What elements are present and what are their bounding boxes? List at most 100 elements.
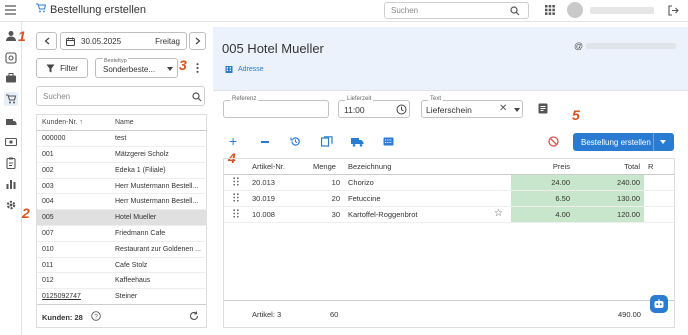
customer-row[interactable]: 010 Restaurant zur Goldenen ... (37, 241, 207, 258)
total-cell: 120.00 (574, 206, 644, 223)
col-menge[interactable]: Menge (309, 159, 344, 176)
col-rabatt[interactable]: R (644, 159, 674, 176)
article-number-cell: 20.013 (248, 174, 309, 192)
user-icon[interactable] (5, 30, 17, 42)
customer-row[interactable]: 003 Herr Mustermann Bestell... (37, 178, 207, 195)
next-day-button[interactable] (189, 32, 206, 50)
rabatt-cell (644, 174, 674, 192)
customer-row[interactable]: 002 Edeka 1 (Filiale) (37, 162, 207, 179)
add-row-icon[interactable]: + (229, 134, 237, 148)
remove-row-icon[interactable] (261, 141, 269, 143)
customer-row[interactable]: 004 Herr Mustermann Bestell... (37, 193, 207, 211)
customer-table-panel: Kunden-Nr. ↑ Name 000000 test 001 Mätzgerei… (36, 114, 207, 328)
divider (213, 90, 688, 91)
clear-icon[interactable]: ✕ (499, 103, 507, 114)
customer-row[interactable]: 000000 test (37, 130, 207, 148)
briefcase-icon[interactable] (5, 72, 17, 84)
clipboard-icon[interactable] (5, 157, 17, 170)
customer-row[interactable]: 001 Mätzgerei Scholz (37, 146, 207, 163)
article-number-cell: 30.019 (248, 190, 309, 207)
customer-row[interactable]: 0125092747 Steiner (37, 288, 207, 306)
truck-icon[interactable] (351, 137, 364, 149)
referenz-field[interactable]: Referenz (223, 96, 329, 118)
chart-icon[interactable] (5, 178, 17, 190)
customer-number-cell: 010 (37, 241, 110, 258)
more-vert-icon[interactable] (196, 63, 199, 75)
cash-icon[interactable] (4, 136, 18, 148)
customer-row[interactable]: 012 Kaffeehaus (37, 272, 207, 290)
customer-table: Kunden-Nr. ↑ Name 000000 test 001 Mätzgerei… (37, 115, 207, 306)
col-bezeichnung[interactable]: Bezeichnung (344, 159, 511, 176)
bestelltyp-select[interactable]: Besteltyp Sonderbeste... (95, 58, 178, 78)
price-cell: 24.00 (511, 174, 574, 192)
cancel-order-icon[interactable] (548, 136, 559, 149)
avatar[interactable] (567, 2, 583, 18)
drag-handle-icon[interactable] (224, 190, 248, 207)
global-search-input[interactable]: Suchen (384, 2, 529, 19)
col-artikel-nr[interactable]: Artikel-Nr. (248, 159, 309, 176)
filter-button[interactable]: Filter (36, 58, 88, 78)
caret-down-icon[interactable] (660, 140, 666, 144)
text-field[interactable]: Text Lieferschein ✕ (421, 96, 523, 118)
customer-name-cell: Steiner (110, 288, 207, 306)
logout-icon[interactable] (668, 5, 679, 18)
copy-order-icon[interactable] (320, 136, 333, 149)
clock-icon[interactable] (396, 104, 407, 115)
customer-row[interactable]: 007 Friedmann Cafe (37, 225, 207, 242)
customer-number-cell: 012 (37, 272, 110, 290)
chat-bot-button[interactable] (650, 295, 668, 313)
article-table-footer: Artikel: 3 60 490.00 (224, 300, 674, 327)
target-icon[interactable] (5, 52, 17, 64)
article-row[interactable]: 10.008 30 Kartoffel-Roggenbrot ☆ 4.00 120.00 (224, 206, 674, 223)
search-icon (510, 6, 520, 16)
customer-search-input[interactable]: Suchen (36, 86, 205, 106)
col-kunden-nr[interactable]: Kunden-Nr. ↑ (37, 115, 110, 132)
customer-table-header: Kunden-Nr. ↑ Name (37, 115, 207, 132)
rabatt-cell (644, 190, 674, 207)
keyboard-icon[interactable] (383, 137, 394, 148)
customer-row[interactable]: 011 Cafe Stolz (37, 257, 207, 274)
bestelltyp-label: Besteltyp (103, 58, 128, 64)
lieferzeit-field[interactable]: Lieferzeit 11:00 (338, 96, 410, 118)
address-link[interactable]: Adresse (225, 65, 264, 73)
customer-title: 005 Hotel Mueller (222, 41, 324, 56)
col-total[interactable]: Total (574, 159, 644, 176)
filter-icon (46, 64, 55, 72)
create-order-button[interactable]: Bestellung erstellen (573, 133, 674, 151)
customer-number-cell: 001 (37, 146, 110, 163)
cart-nav-icon[interactable] (4, 92, 18, 106)
drag-handle-icon[interactable] (224, 206, 248, 223)
quantity-cell[interactable]: 30 (309, 206, 344, 223)
email-at-icon: @ (574, 41, 584, 51)
description-cell: Kartoffel-Roggenbrot ☆ (344, 206, 511, 223)
col-preis[interactable]: Preis (511, 159, 574, 176)
customer-number-cell: 002 (37, 162, 110, 179)
article-row[interactable]: 20.013 10 Chorizo 24.00 240.00 (224, 174, 674, 192)
customer-row[interactable]: 005 Hotel Mueller (37, 209, 207, 227)
quantity-cell[interactable]: 10 (309, 174, 344, 192)
annotation-badge-1: 1 (18, 28, 26, 44)
notes-icon[interactable] (538, 103, 548, 116)
user-name-blurred (590, 7, 654, 14)
annotation-badge-3: 3 (179, 57, 187, 73)
delivery-icon[interactable] (5, 116, 17, 128)
favorite-star-icon[interactable]: ☆ (494, 208, 503, 219)
price-cell: 6.50 (511, 190, 574, 207)
date-picker[interactable]: 30.05.2025 Freitag (60, 32, 187, 50)
description-text: Kartoffel-Roggenbrot (348, 209, 418, 219)
col-name[interactable]: Name (110, 115, 207, 132)
help-icon[interactable]: ? (91, 311, 101, 321)
article-row[interactable]: 30.019 20 Fetuccine 6.50 130.00 (224, 190, 674, 207)
refresh-icon[interactable] (189, 311, 199, 321)
settings-icon[interactable] (5, 199, 17, 211)
quantity-cell[interactable]: 20 (309, 190, 344, 207)
prev-day-button[interactable] (36, 32, 57, 50)
customer-name-cell: Kaffeehaus (110, 272, 207, 290)
history-icon[interactable] (290, 136, 301, 149)
apps-grid-icon[interactable] (545, 5, 555, 17)
sort-arrow-up-icon: ↑ (79, 119, 83, 127)
page-title-text: Bestellung erstellen (50, 3, 147, 16)
menu-icon[interactable] (5, 5, 16, 17)
drag-handle-icon[interactable] (224, 174, 248, 192)
chevron-down-icon[interactable] (514, 108, 520, 112)
